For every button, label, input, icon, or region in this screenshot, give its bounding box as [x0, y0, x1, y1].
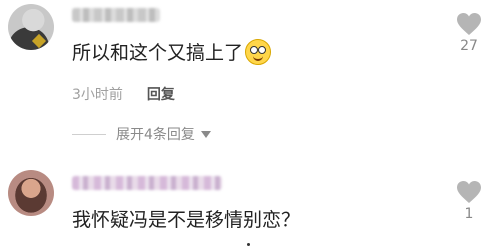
heart-icon[interactable] — [456, 180, 482, 204]
timestamp: 3小时前 — [72, 87, 123, 103]
comment-text-content: 所以和这个又搞上了 — [72, 42, 244, 64]
avatar[interactable] — [8, 170, 54, 216]
comment-text: 所以和这个又搞上了 — [72, 38, 272, 65]
caret-down-icon — [200, 130, 211, 138]
reply-button[interactable]: 回复 — [147, 84, 175, 104]
username-blurred[interactable] — [72, 8, 160, 22]
smiling-face-emoji-icon — [245, 38, 272, 65]
like-button[interactable]: 1 — [451, 180, 487, 222]
cut-off-dot — [247, 243, 250, 246]
like-button[interactable]: 27 — [451, 12, 487, 54]
expand-replies-label: 展开4条回复 — [116, 127, 195, 143]
comment-text-content: 我怀疑冯是不是移情别恋？ — [72, 209, 301, 231]
username-blurred[interactable] — [72, 176, 222, 190]
comment-meta: 3小时前 回复 — [72, 84, 175, 104]
avatar[interactable] — [8, 4, 54, 50]
comment-text: 我怀疑冯是不是移情别恋？ — [72, 205, 300, 232]
heart-icon[interactable] — [456, 12, 482, 36]
divider — [72, 133, 106, 135]
expand-replies-button[interactable]: 展开4条回复 — [72, 124, 211, 144]
like-count: 1 — [464, 206, 474, 222]
like-count: 27 — [460, 38, 478, 54]
